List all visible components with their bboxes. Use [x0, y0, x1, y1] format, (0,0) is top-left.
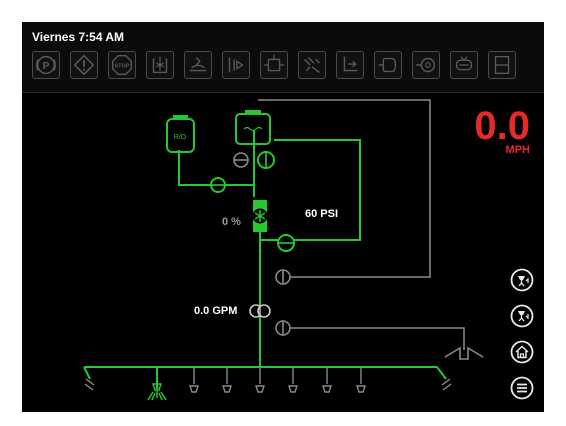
section-7-nozzle-icon [356, 367, 366, 393]
pump-icon [252, 200, 268, 232]
section-3-nozzle-icon [222, 367, 232, 393]
left-tank-valve-icon [210, 177, 226, 193]
pressure-valve-icon [277, 234, 295, 252]
right-tank-valve-icon [233, 152, 249, 168]
flow-meter-icon [249, 304, 271, 318]
section-4-nozzle-icon [255, 367, 265, 393]
menu-icon[interactable] [510, 376, 534, 400]
left-tank-icon: R/O [166, 115, 195, 153]
bypass-valve-icon [275, 320, 291, 336]
sprayer-screen: Viernes 7:54 AM P STOP 0.0 MPH R/O 60 PS… [22, 22, 544, 412]
return-valve-icon [257, 151, 275, 169]
section-6-nozzle-icon [322, 367, 332, 393]
left-boom-end [83, 366, 91, 380]
left-end-nozzle-icon [84, 378, 95, 391]
right-boom-end [436, 366, 447, 380]
boom-down-icon[interactable] [510, 304, 534, 328]
plumbing-diagram: R/O [83, 99, 484, 401]
pressure-readout: 60 PSI [305, 208, 339, 220]
section-nozzles [189, 367, 366, 393]
flow-readout: 0.0 GPM [194, 305, 238, 317]
bypass-line [277, 327, 465, 350]
section-2-nozzle-icon [189, 367, 199, 393]
section-5-nozzle-icon [288, 367, 298, 393]
boom-up-icon[interactable] [510, 268, 534, 292]
return-line-valve-icon [275, 269, 291, 285]
right-end-nozzle-icon [441, 378, 452, 391]
pressure-loop [260, 139, 361, 241]
left-tank-label: R/O [174, 134, 187, 141]
home-icon[interactable] [510, 340, 534, 364]
pump-percent-readout: 0 % [222, 216, 241, 228]
